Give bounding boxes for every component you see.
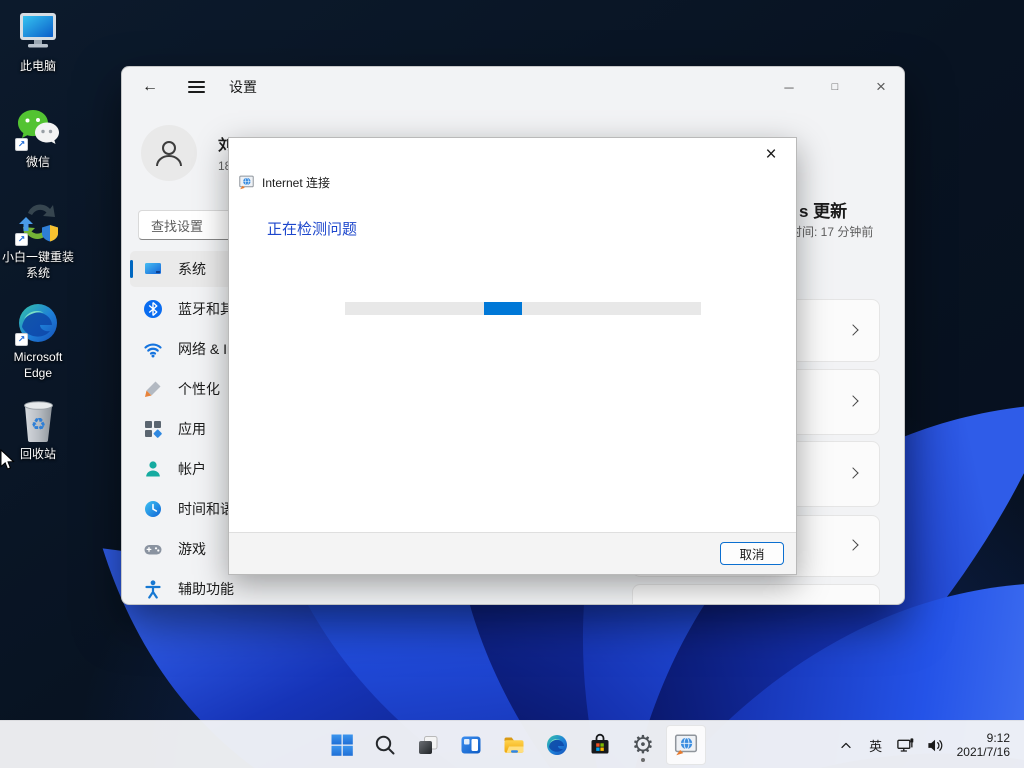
widgets-icon — [459, 733, 483, 757]
dialog-status-text: 正在检测问题 — [267, 218, 357, 239]
page-heading-fragment: s 更新 — [799, 197, 847, 222]
bluetooth-icon — [143, 299, 163, 319]
desktop-icon-label: Microsoft Edge — [0, 350, 76, 381]
desktop-icon-label: 微信 — [0, 155, 76, 171]
volume-tray-button[interactable] — [923, 725, 949, 765]
running-indicator-dot — [641, 758, 645, 762]
maximize-button[interactable]: □ — [812, 67, 858, 107]
wechat-icon: ↗ — [14, 104, 62, 152]
desktop-icon-label: 小白一键重装系统 — [0, 250, 76, 281]
desktop-icon-edge[interactable]: ↗ Microsoft Edge — [0, 299, 76, 381]
recycle-bin-icon: ♻ — [14, 396, 62, 444]
desktop-icon-xiaobai[interactable]: ↗ 小白一键重装系统 — [0, 199, 76, 281]
back-arrow-icon[interactable]: ← — [142, 78, 164, 96]
dialog-title: Internet 连接 — [262, 174, 330, 191]
search-icon — [373, 733, 397, 757]
dialog-footer: 取消 — [229, 532, 796, 574]
avatar — [141, 125, 197, 181]
settings-taskbar-button[interactable]: ⚙ — [623, 725, 663, 765]
brush-icon — [143, 379, 163, 399]
sidebar-item-label: 帐户 — [178, 459, 206, 479]
time: 9:12 — [957, 731, 1010, 746]
progress-indicator — [484, 302, 522, 315]
chevron-up-icon — [838, 737, 854, 753]
last-checked-fragment: 时间: 17 分钟前 — [790, 223, 873, 240]
recycle-symbol: ♻ — [31, 415, 46, 435]
internet-connection-icon — [238, 174, 255, 191]
progress-bar — [345, 302, 701, 315]
this-pc-icon — [14, 8, 62, 56]
desktop-icon-label: 此电脑 — [0, 59, 76, 75]
sidebar-item-label: 辅助功能 — [178, 579, 234, 599]
chevron-right-icon — [847, 324, 858, 335]
task-view-button[interactable] — [408, 725, 448, 765]
shortcut-arrow-icon: ↗ — [15, 138, 28, 151]
person-icon — [143, 459, 163, 479]
shortcut-arrow-icon: ↗ — [15, 333, 28, 346]
settings-card[interactable] — [632, 584, 880, 605]
clock[interactable]: 9:12 2021/7/16 — [953, 731, 1018, 760]
gear-icon: ⚙ — [632, 733, 654, 758]
cancel-button[interactable]: 取消 — [720, 542, 784, 565]
date: 2021/7/16 — [957, 745, 1010, 760]
sidebar-item-label: 游戏 — [178, 539, 206, 559]
edge-icon — [545, 733, 569, 757]
store-icon — [588, 733, 612, 757]
start-button[interactable] — [322, 725, 362, 765]
taskbar: ⚙ 英 — [0, 720, 1024, 768]
mouse-cursor — [0, 449, 15, 476]
chevron-right-icon — [847, 395, 858, 406]
internet-connection-icon — [673, 732, 699, 758]
sidebar-item-label: 个性化 — [178, 379, 220, 399]
close-button[interactable]: × — [858, 67, 904, 107]
system-icon — [143, 259, 163, 279]
search-button[interactable] — [365, 725, 405, 765]
user-account-block[interactable]: 刘 184 — [141, 125, 238, 181]
troubleshooter-dialog: × Internet 连接 正在检测问题 取消 — [228, 137, 797, 575]
troubleshooter-taskbar-button[interactable] — [666, 725, 706, 765]
wifi-icon — [143, 339, 163, 359]
xiaobai-reinstall-icon: ↗ — [14, 199, 62, 247]
dialog-close-button[interactable]: × — [756, 142, 786, 168]
window-title: 设置 — [229, 77, 257, 97]
minimize-button[interactable]: ─ — [766, 67, 812, 107]
edge-button[interactable] — [537, 725, 577, 765]
microsoft-store-button[interactable] — [580, 725, 620, 765]
desktop-icon-this-pc[interactable]: 此电脑 — [0, 8, 76, 75]
task-view-icon — [416, 733, 440, 757]
ethernet-icon — [896, 736, 915, 755]
edge-icon: ↗ — [14, 299, 62, 347]
tray-chevron-up-button[interactable] — [833, 725, 859, 765]
settings-titlebar: ← 设置 ─ □ × — [122, 67, 904, 107]
sidebar-item-label: 系统 — [178, 259, 206, 279]
shortcut-arrow-icon: ↗ — [15, 233, 28, 246]
apps-grid-icon — [143, 419, 163, 439]
sidebar-item-label: 应用 — [178, 419, 206, 439]
sidebar-item-accessibility[interactable]: 辅助功能 — [130, 571, 356, 605]
windows-logo-icon — [330, 733, 354, 757]
chevron-right-icon — [847, 539, 858, 550]
chevron-right-icon — [847, 467, 858, 478]
file-explorer-button[interactable] — [494, 725, 534, 765]
gamepad-icon — [143, 539, 163, 559]
widgets-button[interactable] — [451, 725, 491, 765]
clock-icon — [143, 499, 163, 519]
speaker-icon — [926, 736, 945, 755]
desktop-icon-wechat[interactable]: ↗ 微信 — [0, 104, 76, 171]
accessibility-person-icon — [143, 579, 163, 599]
network-tray-button[interactable] — [893, 725, 919, 765]
ime-indicator[interactable]: 英 — [863, 736, 889, 755]
file-explorer-icon — [502, 733, 526, 757]
hamburger-menu-icon[interactable] — [188, 78, 205, 96]
